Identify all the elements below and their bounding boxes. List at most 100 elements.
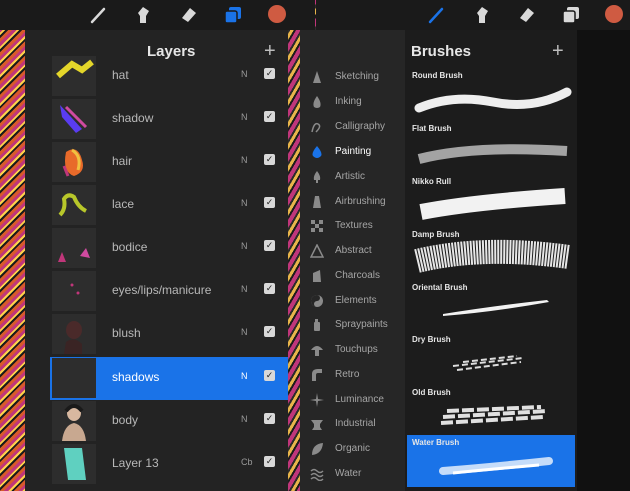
mushroom-icon <box>311 346 323 356</box>
brush-water-brush[interactable]: Water Brush <box>407 435 575 487</box>
brush-stroke-preview <box>452 355 524 371</box>
waves-icon <box>310 468 324 481</box>
category-label: Textures <box>335 220 373 231</box>
visibility-checkbox[interactable]: ✓ <box>264 326 275 337</box>
blend-mode[interactable]: N <box>241 414 248 424</box>
brush-stroke-preview <box>419 188 566 220</box>
category-textures[interactable]: Textures <box>305 215 400 239</box>
category-retro[interactable]: Retro <box>305 364 400 388</box>
visibility-checkbox[interactable]: ✓ <box>264 413 275 424</box>
toolbar-right <box>316 0 630 30</box>
blend-mode[interactable]: N <box>241 327 248 337</box>
blend-mode[interactable]: N <box>241 371 248 381</box>
layer-name: bodice <box>112 240 148 254</box>
brush-icon[interactable] <box>426 5 448 25</box>
category-spraypaints[interactable]: Spraypaints <box>305 314 400 338</box>
category-touchups[interactable]: Touchups <box>305 339 400 363</box>
layer-name: blush <box>112 326 141 340</box>
spray-can-icon <box>314 319 320 331</box>
category-organic[interactable]: Organic <box>305 438 400 462</box>
category-water[interactable]: Water <box>305 463 400 487</box>
blend-mode[interactable]: N <box>241 112 248 122</box>
brush-name: Dry Brush <box>412 335 451 344</box>
category-inking[interactable]: Inking <box>305 91 400 115</box>
brush-stroke-preview <box>414 239 571 273</box>
layer-row-shadow[interactable]: shadow N ✓ <box>50 98 288 141</box>
category-label: Spraypaints <box>335 319 388 330</box>
visibility-checkbox[interactable]: ✓ <box>264 456 275 467</box>
layer-thumbnail <box>52 358 96 398</box>
layer-name: Layer 13 <box>112 456 159 470</box>
anvil-icon <box>311 420 323 430</box>
visibility-checkbox[interactable]: ✓ <box>264 370 275 381</box>
visibility-checkbox[interactable]: ✓ <box>264 68 275 79</box>
visibility-checkbox[interactable]: ✓ <box>264 154 275 165</box>
layers-icon[interactable] <box>222 5 244 25</box>
brush-flat-brush[interactable]: Flat Brush <box>407 121 575 173</box>
color-swatch[interactable] <box>605 5 623 23</box>
category-artistic[interactable]: Artistic <box>305 166 400 190</box>
category-luminance[interactable]: Luminance <box>305 389 400 413</box>
layer-row-hat[interactable]: hat N ✓ <box>50 55 288 98</box>
layer-name: hat <box>112 68 129 82</box>
category-sketching[interactable]: Sketching <box>305 66 400 90</box>
category-charcoals[interactable]: Charcoals <box>305 265 400 289</box>
brush-round-brush[interactable]: Round Brush <box>407 68 575 120</box>
layer-name: eyes/lips/manicure <box>112 283 212 297</box>
layer-name: shadow <box>112 111 154 125</box>
layer-row-bodice[interactable]: bodice N ✓ <box>50 227 288 270</box>
eraser-icon[interactable] <box>516 5 538 25</box>
category-label: Elements <box>335 295 377 306</box>
brush-stroke-preview <box>439 457 553 475</box>
category-painting[interactable]: Painting <box>305 141 400 165</box>
brush-dry-brush[interactable]: Dry Brush <box>407 332 575 384</box>
smudge-icon[interactable] <box>472 5 494 25</box>
blend-mode[interactable]: N <box>241 241 248 251</box>
smudge-icon[interactable] <box>133 5 155 25</box>
layer-row-shadows[interactable]: shadows N ✓ <box>50 357 288 400</box>
brush-name: Old Brush <box>412 388 451 397</box>
visibility-checkbox[interactable]: ✓ <box>264 197 275 208</box>
ink-drop-icon <box>313 96 321 108</box>
category-calligraphy[interactable]: Calligraphy <box>305 116 400 140</box>
brush-oriental-brush[interactable]: Oriental Brush <box>407 280 575 332</box>
visibility-checkbox[interactable]: ✓ <box>264 240 275 251</box>
layer-row-blush[interactable]: blush N ✓ <box>50 313 288 356</box>
texture-icon <box>311 220 323 232</box>
layer-row-eyes-lips-manicure[interactable]: eyes/lips/manicure N ✓ <box>50 270 288 313</box>
layer-row-layer-13[interactable]: Layer 13 Cb ✓ <box>50 443 288 486</box>
category-abstract[interactable]: Abstract <box>305 240 400 264</box>
category-label: Industrial <box>335 418 376 429</box>
brush-damp-brush[interactable]: Damp Brush <box>407 227 575 279</box>
blend-mode[interactable]: N <box>241 198 248 208</box>
layer-thumbnail <box>52 271 96 311</box>
blend-mode[interactable]: N <box>241 155 248 165</box>
add-brush-button[interactable]: + <box>552 41 564 61</box>
blend-mode[interactable]: N <box>241 69 248 79</box>
brush-name: Oriental Brush <box>412 283 468 292</box>
category-airbrushing[interactable]: Airbrushing <box>305 191 400 215</box>
charcoal-icon <box>313 270 321 282</box>
layer-row-lace[interactable]: lace N ✓ <box>50 184 288 227</box>
brush-icon[interactable] <box>88 5 110 25</box>
blend-mode[interactable]: N <box>241 284 248 294</box>
brush-nikko-rull[interactable]: Nikko Rull <box>407 174 575 226</box>
category-label: Organic <box>335 443 371 454</box>
layer-thumbnail <box>52 401 96 441</box>
visibility-checkbox[interactable]: ✓ <box>264 111 275 122</box>
eraser-icon[interactable] <box>178 5 200 25</box>
category-elements[interactable]: Elements <box>305 290 400 314</box>
layer-row-hair[interactable]: hair N ✓ <box>50 141 288 184</box>
visibility-checkbox[interactable]: ✓ <box>264 283 275 294</box>
layer-row-body[interactable]: body N ✓ <box>50 400 288 443</box>
layers-icon[interactable] <box>560 5 582 25</box>
color-swatch[interactable] <box>268 5 286 23</box>
category-label: Artistic <box>335 171 365 182</box>
blend-mode[interactable]: Cb <box>241 457 253 467</box>
category-industrial[interactable]: Industrial <box>305 413 400 437</box>
brush-name: Damp Brush <box>412 230 460 239</box>
brush-stroke-preview <box>440 405 548 425</box>
layer-thumbnail <box>52 228 96 268</box>
layer-name: hair <box>112 154 133 168</box>
brush-old-brush[interactable]: Old Brush <box>407 385 575 437</box>
